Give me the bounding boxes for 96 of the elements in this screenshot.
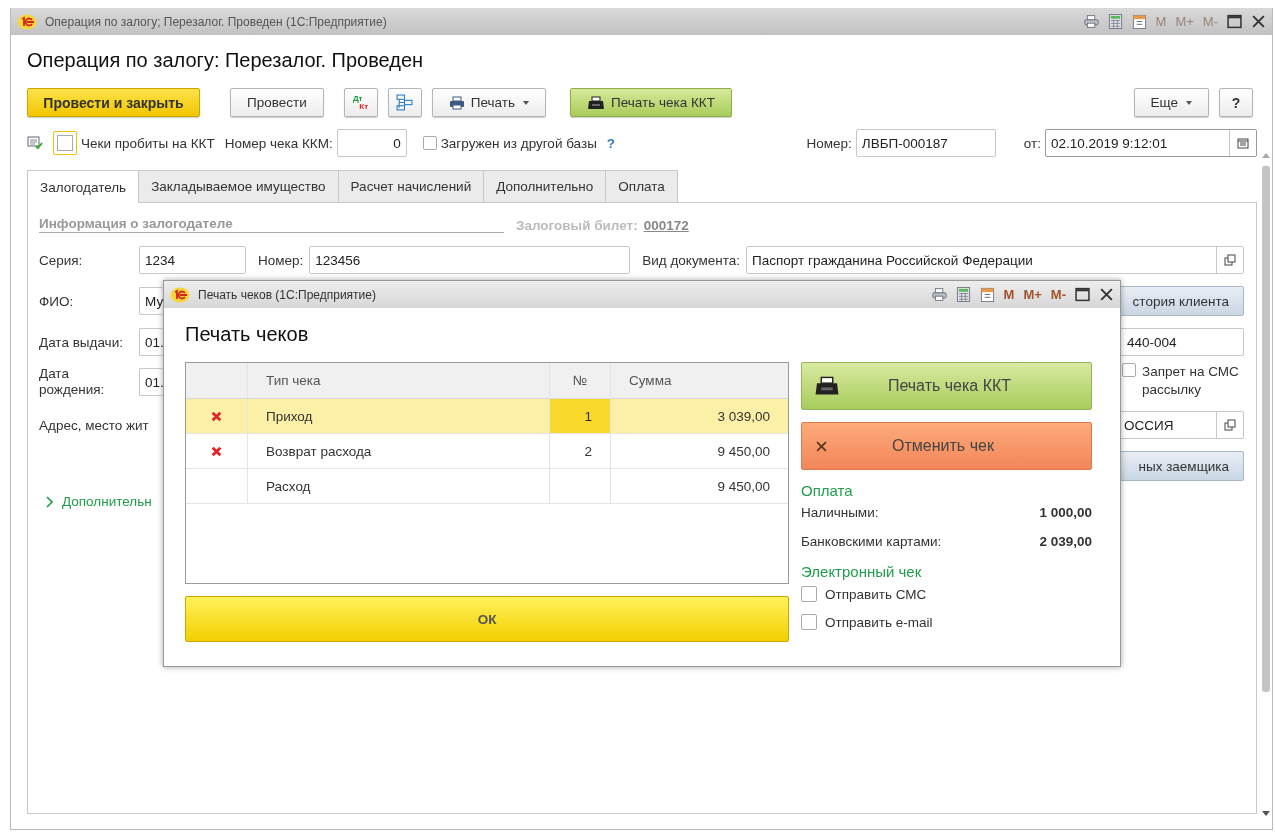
series-field[interactable]: 1234 <box>139 246 246 274</box>
calculator-icon[interactable] <box>1107 14 1123 29</box>
group-title: Электронный чек <box>801 563 923 580</box>
field-label: Номер: <box>258 252 304 268</box>
post-button[interactable]: Провести <box>230 88 324 117</box>
close-icon[interactable] <box>1099 287 1114 302</box>
calendar-icon[interactable] <box>979 287 995 302</box>
payment-amount: 2 039,00 <box>1039 534 1092 549</box>
tab[interactable]: Залогодатель <box>27 170 140 203</box>
name-field[interactable]: Му <box>139 287 163 315</box>
issue-date-field[interactable]: 01. <box>139 328 163 356</box>
table-cell: Возврат расхода <box>248 434 550 468</box>
payment-amount: 1 000,00 <box>1039 505 1092 520</box>
memory-button[interactable]: M- <box>1050 287 1066 302</box>
field-label: Номер чека ККМ: <box>224 135 333 151</box>
section-heading: Информация о залогодателе <box>39 216 504 233</box>
debit-credit-button[interactable]: Дт Кт <box>343 88 378 117</box>
table-row[interactable]: Расход 9 450,00 <box>186 469 788 504</box>
date-field[interactable]: 02.10.2019 9:12:01 <box>1045 129 1257 157</box>
column-header: Тип чека <box>248 363 550 398</box>
open-icon <box>1224 254 1236 266</box>
structure-icon <box>396 94 414 111</box>
printer-icon <box>814 376 840 396</box>
column-header: Сумма <box>628 372 673 390</box>
table-cell: Расход <box>248 469 550 503</box>
help-button[interactable]: ? <box>1219 88 1253 117</box>
field-label: ФИО: <box>39 293 75 309</box>
calendar-icon[interactable] <box>1131 14 1147 29</box>
logo-icon <box>170 286 190 303</box>
payment-label: Наличными: <box>801 505 879 520</box>
print-receipt-button[interactable]: Печать чека ККТ <box>569 88 732 117</box>
number-field[interactable]: ЛВБП-000187 <box>855 129 996 157</box>
table-cell-text: 9 450,00 <box>716 477 771 496</box>
ok-button[interactable]: ОК <box>185 596 789 642</box>
checkbox-label: Отправить СМС <box>825 586 927 602</box>
checkbox-label: Чеки пробиты на ККТ <box>81 135 215 151</box>
birth-date-field[interactable]: 01. <box>139 368 163 396</box>
print-receipt-button[interactable]: Печать чека ККТ <box>801 362 1092 410</box>
checkbox[interactable] <box>801 586 817 602</box>
calculator-icon[interactable] <box>955 287 971 302</box>
printer-icon <box>586 95 605 110</box>
print-icon[interactable] <box>931 287 947 302</box>
payment-label: Банковскими картами: <box>801 534 942 549</box>
tab[interactable]: Дополнительно <box>483 170 607 202</box>
field-label: от: <box>1023 135 1041 151</box>
structure-button[interactable] <box>387 88 422 117</box>
field-label: Номер: <box>806 135 852 151</box>
close-icon <box>816 440 827 452</box>
checkbox-label: Загружен из другой базы <box>440 135 597 151</box>
post-and-close-button[interactable]: Провести и закрыть <box>27 88 200 117</box>
cancel-receipt-button[interactable]: Отменить чек <box>801 422 1092 470</box>
print-menu-button[interactable]: Печать <box>431 88 546 117</box>
table-cell: 1 <box>550 399 611 433</box>
tab[interactable]: Оплата <box>605 170 678 202</box>
checkbox-label: Отправить e-mail <box>825 614 933 630</box>
window-title: Операция по залогу; Перезалог. Проведен (1С:Предприятие) <box>45 14 387 29</box>
table-row[interactable]: Приход 1 3 039,00 <box>186 399 788 434</box>
field-label: Серия: <box>39 252 84 268</box>
group-title: Оплата <box>801 482 854 499</box>
field-label: Дата выдачи: <box>39 334 124 350</box>
field-label: Адрес, место жит <box>39 417 149 433</box>
form-heading: Операция по залогу: Перезалог. Проведен <box>27 49 425 72</box>
field-label: Вид документа: <box>642 252 741 268</box>
printer-icon <box>448 95 465 110</box>
checkbox[interactable] <box>801 614 817 630</box>
chevron-icon[interactable] <box>45 495 53 508</box>
checkbox[interactable] <box>422 136 437 150</box>
table-cell-text: 3 039,00 <box>716 407 771 426</box>
maximize-icon[interactable] <box>1227 14 1242 29</box>
maximize-icon[interactable] <box>1075 287 1090 302</box>
memory-button[interactable]: M+ <box>1023 287 1042 302</box>
table-cell-text: 9 450,00 <box>716 442 771 461</box>
doc-number-field[interactable]: 123456 <box>309 246 631 274</box>
ticket-label: Залоговый билет: <box>516 218 638 233</box>
tab[interactable]: Закладываемое имущество <box>138 170 339 202</box>
column-header: № <box>550 363 611 398</box>
table-cell: 2 <box>550 434 611 468</box>
calendar-icon <box>1237 137 1249 149</box>
dialog-heading: Печать чеков <box>185 323 310 346</box>
tab[interactable]: Расчет начислений <box>337 170 485 202</box>
open-icon <box>1224 419 1236 431</box>
kkm-number-field[interactable]: 0 <box>336 129 407 157</box>
checkbox[interactable] <box>1122 363 1136 377</box>
close-icon[interactable] <box>1251 14 1266 29</box>
table-row[interactable]: Возврат расхода 2 9 450,00 <box>186 434 788 469</box>
checkbox-label: Запрет на СМС рассылку <box>1142 363 1240 399</box>
help-link[interactable]: ? <box>606 135 616 151</box>
logo-icon <box>17 13 37 30</box>
print-icon[interactable] <box>1083 14 1099 29</box>
memory-button[interactable]: M <box>1003 287 1015 302</box>
ticket-link[interactable]: 000172 <box>643 218 689 233</box>
receipt-check-icon <box>27 136 43 150</box>
doc-type-field[interactable]: Паспорт гражданина Российской Федерации <box>746 246 1244 274</box>
more-menu-button[interactable]: Еще <box>1133 88 1209 117</box>
field-label: Дата рождения: <box>39 366 106 398</box>
window-title: Печать чеков (1С:Предприятие) <box>198 287 376 302</box>
